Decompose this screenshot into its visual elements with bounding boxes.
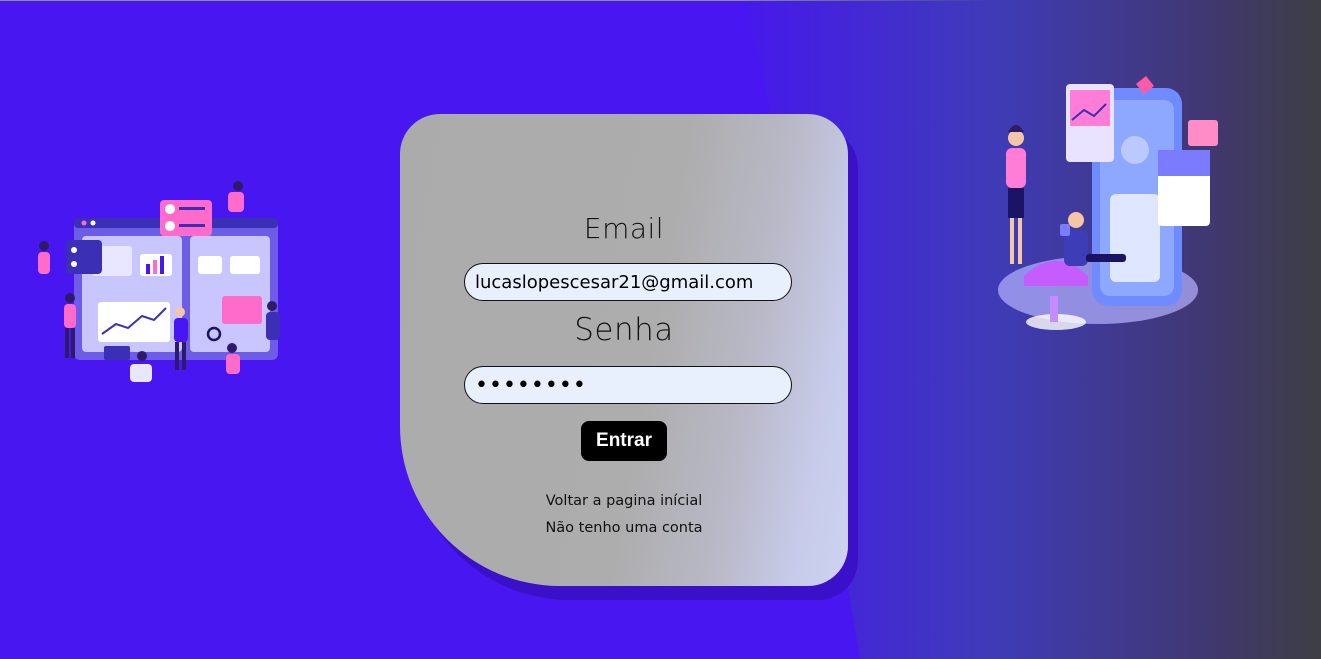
login-card: Email Senha Entrar Voltar a pagina iníci…	[400, 114, 848, 586]
password-input[interactable]	[475, 372, 791, 398]
password-field-wrapper	[464, 366, 792, 404]
email-input[interactable]	[475, 271, 791, 293]
team-dashboard-illustration	[38, 181, 280, 382]
signup-link[interactable]: Não tenho uma conta	[400, 520, 848, 536]
password-label: Senha	[574, 312, 674, 348]
login-button[interactable]: Entrar	[581, 421, 667, 461]
home-link[interactable]: Voltar a pagina inícial	[400, 493, 848, 509]
email-label: Email	[583, 212, 665, 245]
mobile-app-team-illustration	[998, 76, 1218, 330]
email-field-wrapper	[464, 263, 792, 301]
